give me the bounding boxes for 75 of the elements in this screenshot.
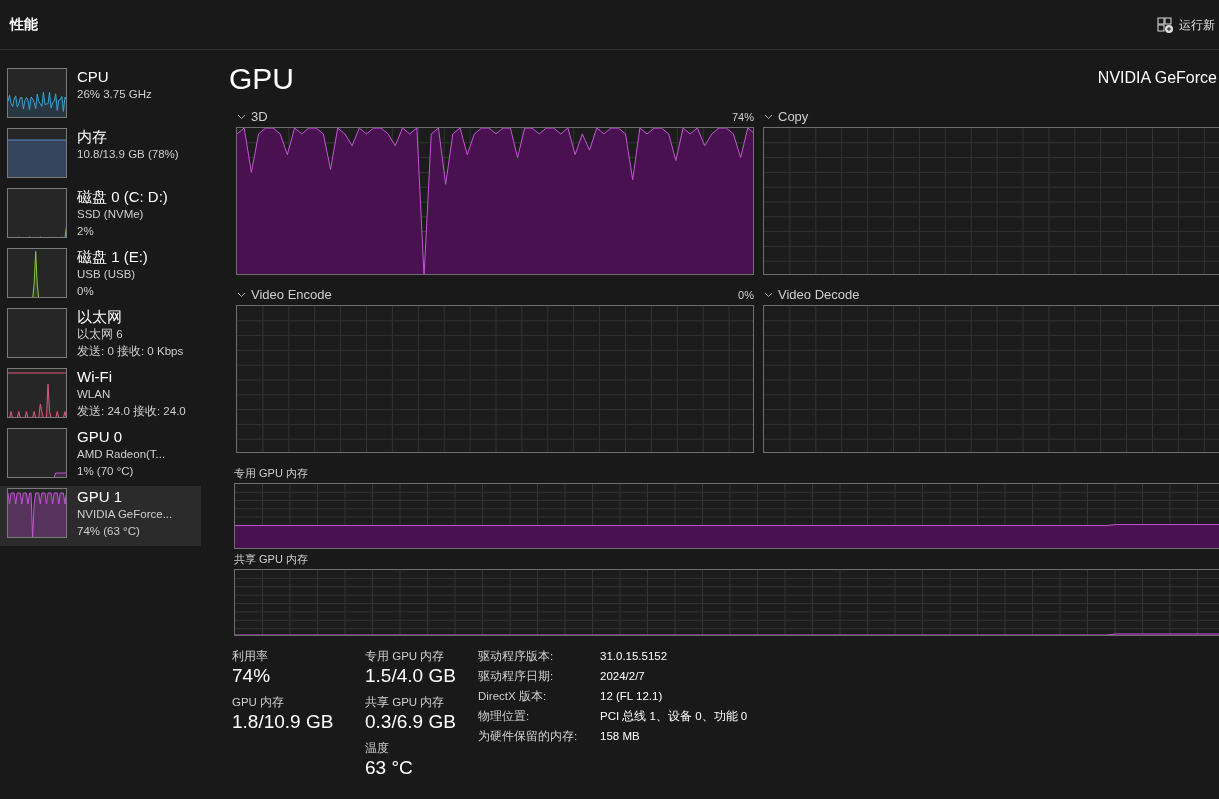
stat-label: 专用 GPU 内存	[365, 649, 446, 664]
engine-label: Copy	[778, 108, 809, 127]
engine-reading: 0%	[738, 287, 754, 303]
sidebar-item[interactable]: GPU 0 AMD Radeon(T... 1% (70 °C)	[0, 426, 201, 486]
chevron-icon[interactable]	[764, 114, 773, 120]
device-detail: 以太网 6	[77, 327, 124, 342]
sidebar-item[interactable]: Wi-Fi WLAN 发送: 24.0 接收: 24.0	[0, 366, 201, 426]
property-value: 2024/2/7	[600, 669, 646, 684]
property-value: 31.0.15.5152	[600, 649, 669, 664]
property-label: 驱动程序日期:	[478, 669, 555, 684]
engine-label: Video Decode	[778, 286, 860, 305]
device-detail: 0%	[77, 284, 95, 299]
usage-thumbnail	[7, 248, 67, 298]
usage-thumbnail	[7, 368, 67, 418]
sidebar-item[interactable]: 磁盘 0 (C: D:) SSD (NVMe) 2%	[0, 186, 201, 246]
sidebar-item[interactable]: 磁盘 1 (E:) USB (USB) 0%	[0, 246, 201, 306]
engine-label: Video Encode	[251, 286, 332, 305]
device-detail: SSD (NVMe)	[77, 207, 145, 222]
stat-value: 0.3/6.9 GB	[365, 710, 457, 734]
usage-thumbnail	[7, 188, 67, 238]
stat-label: 利用率	[232, 649, 269, 664]
usage-thumbnail	[7, 128, 67, 178]
stat-value: 74%	[232, 664, 272, 688]
property-label: 驱动程序版本:	[478, 649, 555, 664]
device-detail: 10.8/13.9 GB (78%)	[77, 147, 179, 162]
usage-thumbnail	[7, 308, 67, 358]
device-name: 磁盘 1 (E:)	[77, 248, 148, 266]
stat-label: GPU 内存	[232, 695, 286, 710]
device-name: Wi-Fi	[77, 368, 113, 386]
device-name: 以太网	[77, 308, 123, 326]
device-name: 磁盘 0 (C: D:)	[77, 188, 168, 206]
usage-thumbnail	[7, 428, 67, 478]
graph-label: 专用 GPU 内存	[234, 466, 309, 481]
device-detail: USB (USB)	[77, 267, 137, 282]
stat-label: 温度	[365, 741, 390, 756]
device-name: 内存	[77, 128, 108, 146]
sidebar-item[interactable]: CPU 26% 3.75 GHz	[0, 66, 201, 126]
section-title: GPU	[229, 60, 294, 97]
device-name: GPU 1	[77, 488, 123, 506]
stat-label: 共享 GPU 内存	[365, 695, 446, 710]
device-detail: 2%	[77, 224, 95, 239]
device-name: GPU 0	[77, 428, 123, 446]
property-value: PCI 总线 1、设备 0、功能 0	[600, 709, 748, 724]
stat-value: 1.8/10.9 GB	[232, 710, 335, 734]
device-detail: AMD Radeon(T...	[77, 447, 166, 462]
property-value: 158 MB	[600, 729, 641, 744]
stat-value: 1.5/4.0 GB	[365, 664, 457, 688]
usage-thumbnail	[7, 68, 67, 118]
property-label: 物理位置:	[478, 709, 531, 724]
device-detail: 1% (70 °C)	[77, 464, 135, 479]
sidebar-item[interactable]: GPU 1 NVIDIA GeForce... 74% (63 °C)	[0, 486, 201, 546]
chevron-icon[interactable]	[237, 114, 246, 120]
device-detail: 26% 3.75 GHz	[77, 87, 152, 102]
chevron-icon[interactable]	[764, 292, 773, 298]
device-detail: 发送: 0 接收: 0 Kbps	[77, 344, 184, 359]
chevron-icon[interactable]	[237, 292, 246, 298]
engine-reading: 74%	[731, 109, 754, 125]
stat-value: 63 °C	[365, 756, 414, 780]
device-detail: WLAN	[77, 387, 112, 402]
new-task-icon	[1157, 16, 1173, 33]
sidebar-item[interactable]: 以太网 以太网 6 发送: 0 接收: 0 Kbps	[0, 306, 201, 366]
device-detail: 发送: 24.0 接收: 24.0	[77, 404, 186, 419]
gpu-model: NVIDIA GeForce	[1097, 68, 1218, 88]
property-label: 为硬件保留的内存:	[478, 729, 579, 744]
property-value: 12 (FL 12.1)	[600, 689, 664, 704]
device-detail: 74% (63 °C)	[77, 524, 141, 539]
property-label: DirectX 版本:	[478, 689, 548, 704]
device-name: CPU	[77, 68, 110, 86]
device-detail: NVIDIA GeForce...	[77, 507, 173, 522]
usage-thumbnail	[7, 488, 67, 538]
engine-label: 3D	[251, 108, 268, 127]
sidebar-item[interactable]: 内存 10.8/13.9 GB (78%)	[0, 126, 201, 186]
graph-label: 共享 GPU 内存	[234, 552, 309, 567]
page-title: 性能	[10, 15, 38, 34]
run-task-button[interactable]: 运行新	[1157, 15, 1215, 34]
